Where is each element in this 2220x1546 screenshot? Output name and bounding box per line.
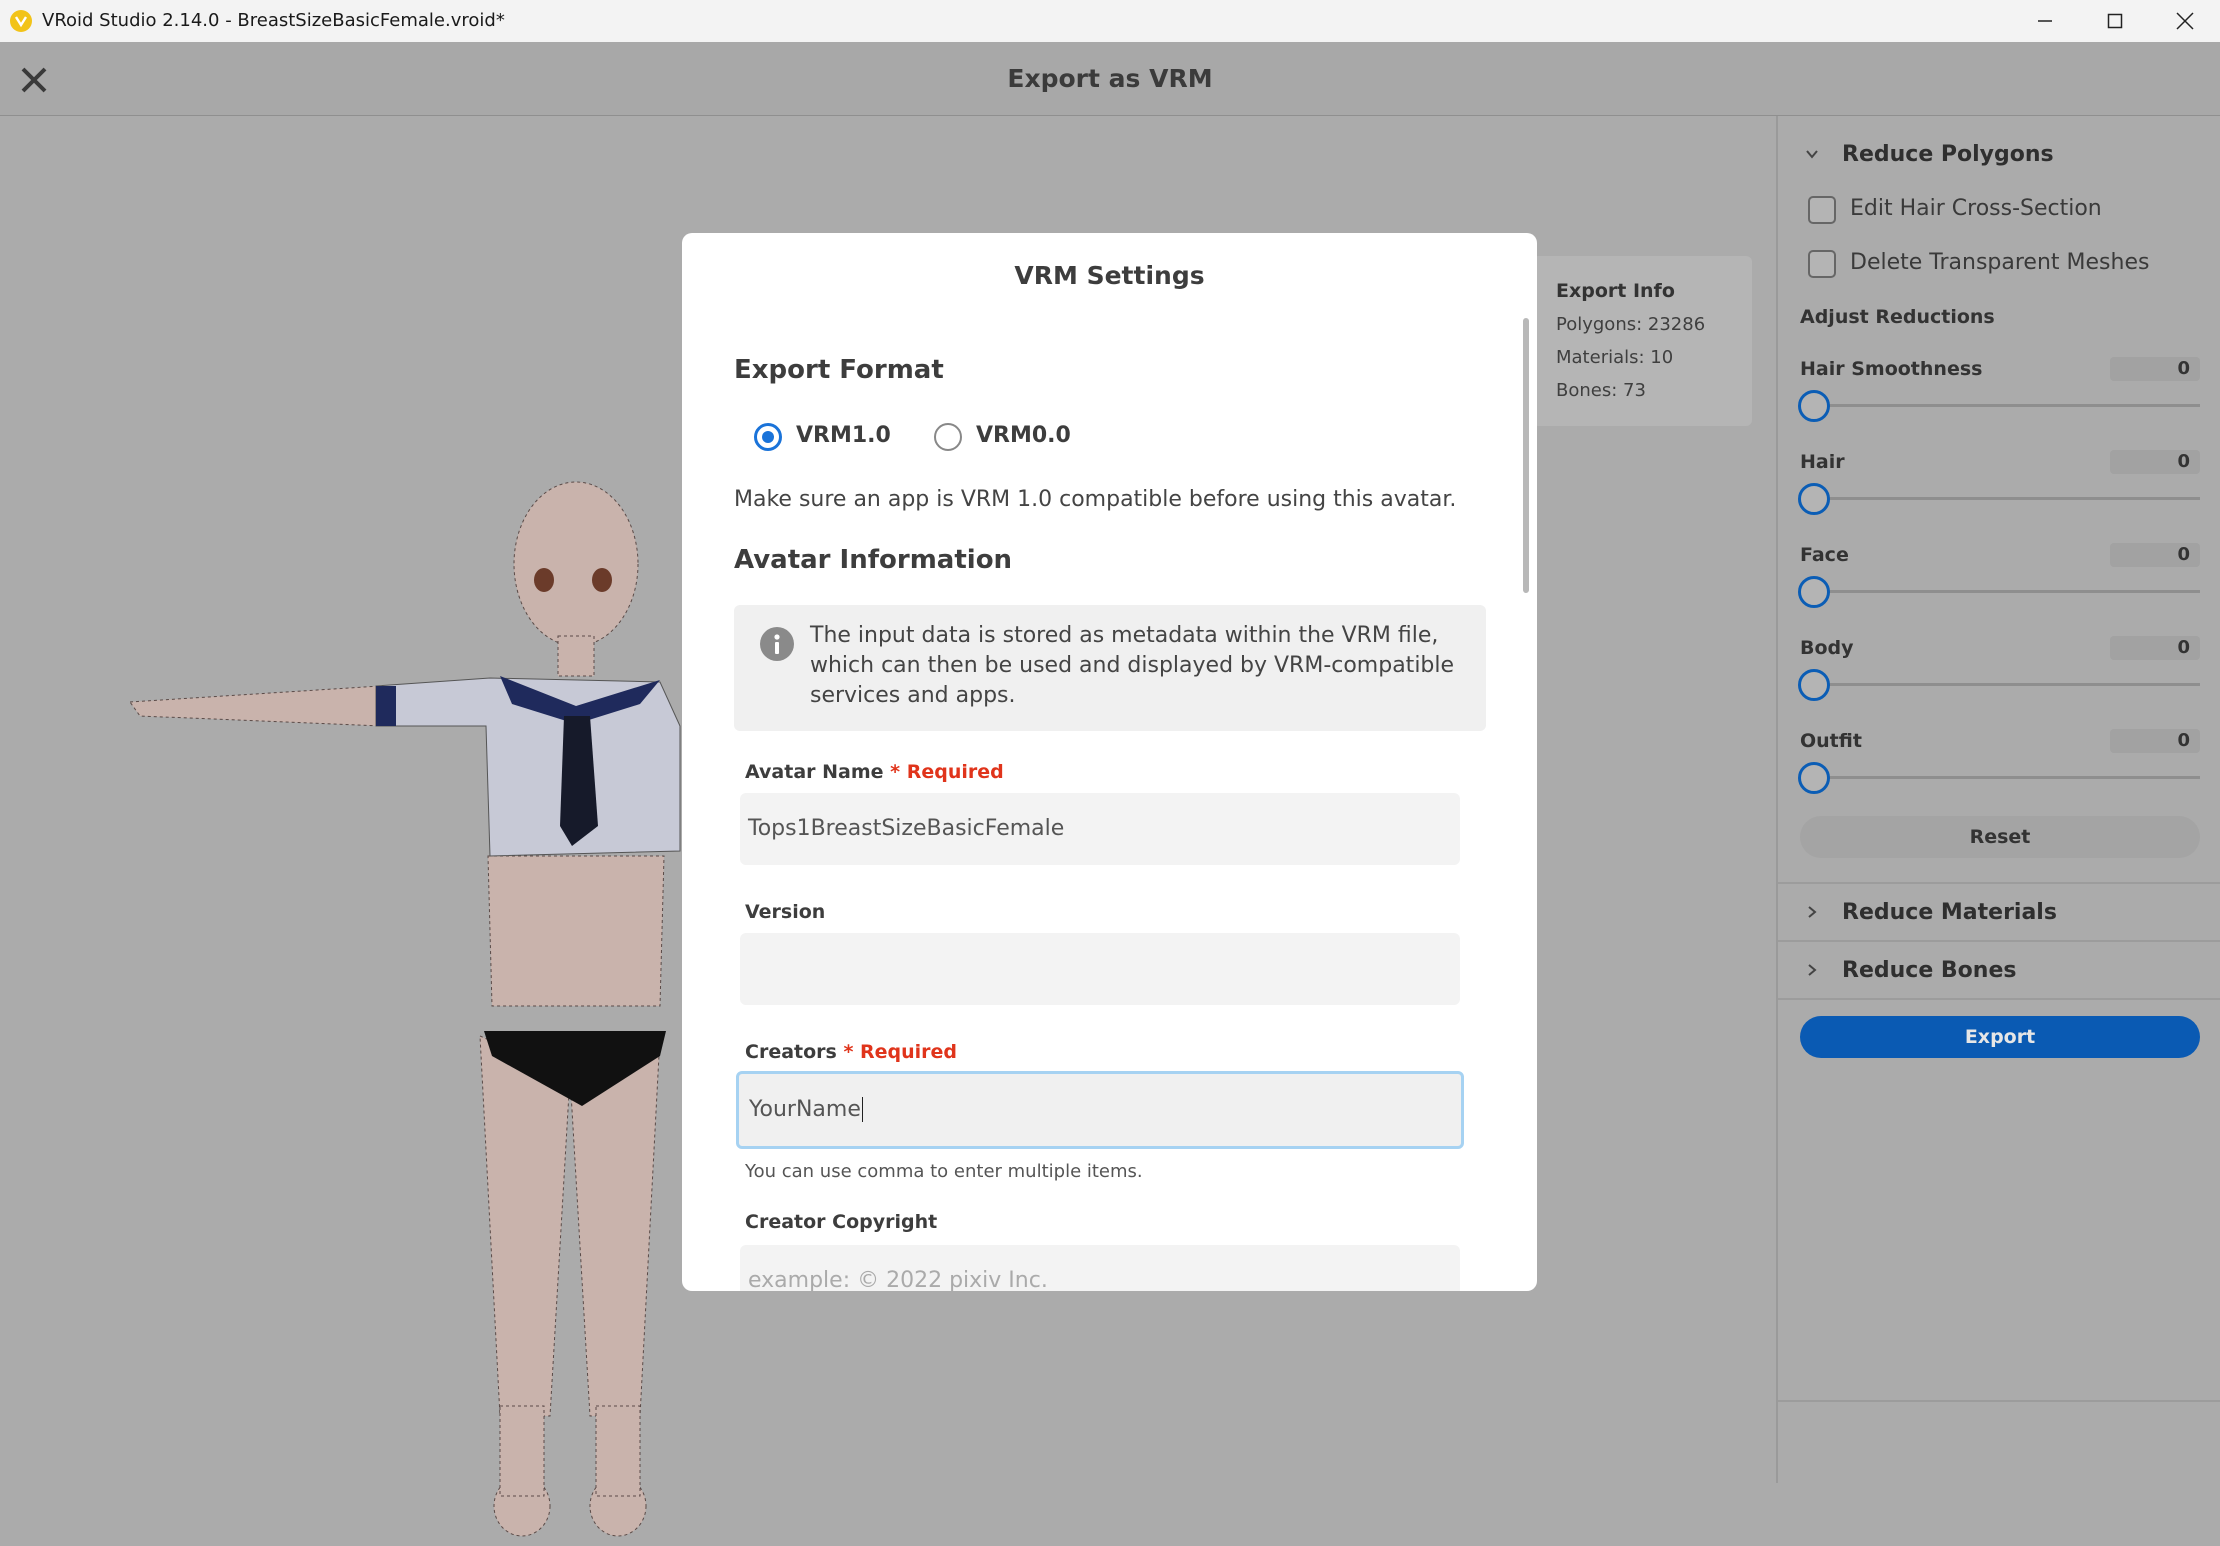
export-info-title: Export Info [1556, 280, 1675, 302]
close-window-button[interactable] [2150, 0, 2220, 42]
vrm0-radio[interactable] [934, 423, 962, 451]
slider-knob-outfit[interactable] [1798, 762, 1830, 794]
window-title-bar: VRoid Studio 2.14.0 - BreastSizeBasicFem… [0, 0, 2220, 42]
divider [1778, 882, 2220, 884]
vrm1-radio[interactable] [754, 423, 782, 451]
creator-copyright-label: Creator Copyright [745, 1211, 938, 1233]
creator-copyright-input[interactable]: example: © 2022 pixiv Inc. [740, 1245, 1460, 1291]
slider-label-outfit: Outfit [1800, 730, 1862, 752]
adjust-reductions-label: Adjust Reductions [1800, 306, 1995, 328]
maximize-icon [2107, 13, 2123, 29]
slider-value-face[interactable]: 0 [2110, 543, 2200, 567]
reduction-panel: Reduce Polygons Edit Hair Cross-Section … [1776, 116, 2220, 1483]
version-label: Version [745, 901, 826, 923]
metadata-info-box: The input data is stored as metadata wit… [734, 605, 1486, 731]
export-info-card: Export Info Polygons: 23286 Materials: 1… [1532, 256, 1752, 426]
reduce-materials-header[interactable]: Reduce Materials [1842, 900, 2057, 925]
creators-hint: You can use comma to enter multiple item… [745, 1161, 1143, 1182]
avatar-name-label: Avatar Name * Required [745, 761, 1004, 783]
chevron-right-icon[interactable] [1806, 906, 1818, 918]
dialog-title: VRM Settings [1014, 261, 1205, 290]
version-input[interactable] [740, 933, 1460, 1005]
reduce-bones-header[interactable]: Reduce Bones [1842, 958, 2016, 983]
edit-hair-cross-section-label: Edit Hair Cross-Section [1850, 196, 2102, 221]
export-button[interactable]: Export [1800, 1016, 2200, 1058]
dialog-scrollbar[interactable] [1523, 318, 1529, 593]
slider-knob-body[interactable] [1798, 669, 1830, 701]
minimize-button[interactable] [2010, 0, 2080, 42]
slider-label-hair-smoothness: Hair Smoothness [1800, 358, 1983, 380]
bones-count: Bones: 73 [1556, 380, 1646, 401]
reduce-polygons-header[interactable]: Reduce Polygons [1842, 142, 2054, 167]
edit-hair-cross-section-checkbox[interactable] [1808, 196, 1836, 224]
slider-track-outfit[interactable] [1818, 776, 2200, 779]
slider-knob-face[interactable] [1798, 576, 1830, 608]
creators-label-text: Creators [745, 1041, 837, 1063]
compat-note: Make sure an app is VRM 1.0 compatible b… [734, 487, 1457, 512]
divider [1778, 940, 2220, 942]
close-icon [2176, 12, 2194, 30]
slider-track-hair[interactable] [1818, 497, 2200, 500]
chevron-down-icon[interactable] [1806, 148, 1818, 160]
slider-knob-hair[interactable] [1798, 483, 1830, 515]
vroid-logo-icon [10, 10, 32, 32]
avatar-name-label-text: Avatar Name [745, 761, 884, 783]
slider-value-body[interactable]: 0 [2110, 636, 2200, 660]
slider-value-hair[interactable]: 0 [2110, 450, 2200, 474]
reset-button[interactable]: Reset [1800, 816, 2200, 858]
delete-transparent-meshes-label: Delete Transparent Meshes [1850, 250, 2150, 275]
divider [1778, 1400, 2220, 1402]
vrm-settings-dialog: VRM Settings Export Format VRM1.0 VRM0.0… [682, 233, 1537, 1291]
avatar-model-image [129, 481, 681, 1537]
slider-track-hair-smoothness[interactable] [1818, 404, 2200, 407]
creators-label: Creators * Required [745, 1041, 957, 1063]
slider-label-hair: Hair [1800, 451, 1845, 473]
vrm1-label[interactable]: VRM1.0 [796, 423, 891, 448]
slider-track-face[interactable] [1818, 590, 2200, 593]
window-title: VRoid Studio 2.14.0 - BreastSizeBasicFem… [42, 10, 505, 31]
required-marker: * Required [843, 1041, 958, 1063]
required-marker: * Required [890, 761, 1004, 783]
export-header: Export as VRM [0, 42, 2220, 116]
vrm0-label[interactable]: VRM0.0 [976, 423, 1071, 448]
divider [1778, 998, 2220, 1000]
slider-label-body: Body [1800, 637, 1854, 659]
avatar-name-input[interactable]: Tops1BreastSizeBasicFemale [740, 793, 1460, 865]
avatar-information-heading: Avatar Information [734, 545, 1013, 575]
slider-knob-hair-smoothness[interactable] [1798, 390, 1830, 422]
slider-value-hair-smoothness[interactable]: 0 [2110, 357, 2200, 381]
creators-input-value: YourName [749, 1097, 861, 1122]
chevron-right-icon[interactable] [1806, 964, 1818, 976]
materials-count: Materials: 10 [1556, 347, 1674, 368]
creators-input[interactable]: YourName [736, 1071, 1464, 1149]
metadata-info-text: The input data is stored as metadata wit… [810, 623, 1455, 708]
slider-label-face: Face [1800, 544, 1849, 566]
slider-track-body[interactable] [1818, 683, 2200, 686]
info-icon [760, 627, 794, 661]
page-title: Export as VRM [1007, 64, 1213, 93]
polygons-count: Polygons: 23286 [1556, 314, 1706, 335]
slider-value-outfit[interactable]: 0 [2110, 729, 2200, 753]
maximize-button[interactable] [2080, 0, 2150, 42]
delete-transparent-meshes-checkbox[interactable] [1808, 250, 1836, 278]
minimize-icon [2038, 20, 2052, 22]
export-format-heading: Export Format [734, 355, 944, 385]
text-cursor [861, 1097, 863, 1122]
